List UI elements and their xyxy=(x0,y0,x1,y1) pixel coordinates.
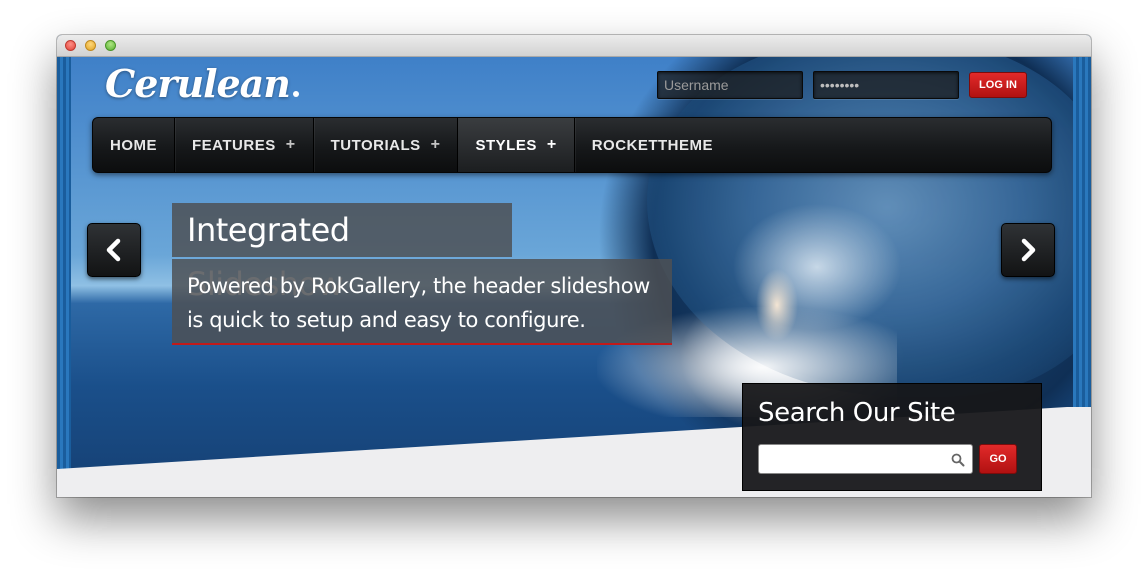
close-window-button[interactable] xyxy=(65,40,76,51)
main-navigation: HOME FEATURES + TUTORIALS + STYLES + ROC… xyxy=(92,117,1052,173)
plus-icon: + xyxy=(285,136,296,153)
login-button[interactable]: LOG IN xyxy=(969,72,1027,98)
page-viewport: Cerulean LOG IN HOME FEATURES + TUTORIAL… xyxy=(57,57,1091,497)
nav-item-rockettheme[interactable]: ROCKETTHEME xyxy=(575,118,730,172)
nav-item-features[interactable]: FEATURES + xyxy=(175,118,314,172)
site-logo[interactable]: Cerulean xyxy=(105,61,299,106)
nav-item-home[interactable]: HOME xyxy=(93,118,175,172)
slideshow-next-button[interactable] xyxy=(1001,223,1055,277)
plus-icon: + xyxy=(546,136,557,153)
site-logo-text: Cerulean xyxy=(105,61,291,106)
chevron-right-icon xyxy=(1021,238,1036,262)
plus-icon: + xyxy=(430,136,441,153)
surfer-graphic xyxy=(747,255,807,355)
logo-dot-icon xyxy=(292,91,299,97)
nav-item-tutorials[interactable]: TUTORIALS + xyxy=(314,118,459,172)
search-icon xyxy=(951,453,965,467)
username-input[interactable] xyxy=(657,71,803,99)
maximize-window-button[interactable] xyxy=(105,40,116,51)
slide-title: Integrated Slideshow xyxy=(172,203,512,303)
password-input[interactable] xyxy=(813,71,959,99)
chevron-left-icon xyxy=(106,238,121,262)
nav-item-label: HOME xyxy=(110,136,157,154)
search-title: Search Our Site xyxy=(758,398,956,428)
search-input[interactable] xyxy=(758,444,973,474)
browser-window: Cerulean LOG IN HOME FEATURES + TUTORIAL… xyxy=(57,35,1091,497)
slideshow-prev-button[interactable] xyxy=(87,223,141,277)
left-edge-stripes xyxy=(57,57,71,497)
nav-item-label: ROCKETTHEME xyxy=(591,136,714,154)
nav-item-styles[interactable]: STYLES + xyxy=(458,118,575,172)
window-titlebar xyxy=(57,35,1091,57)
search-go-button[interactable]: GO xyxy=(979,444,1017,474)
nav-item-label: FEATURES xyxy=(192,136,276,154)
search-module: Search Our Site GO xyxy=(742,383,1042,491)
nav-item-label: STYLES xyxy=(475,136,537,154)
minimize-window-button[interactable] xyxy=(85,40,96,51)
nav-item-label: TUTORIALS xyxy=(330,136,421,154)
slide-description: Powered by RokGallery, the header slides… xyxy=(172,259,672,345)
